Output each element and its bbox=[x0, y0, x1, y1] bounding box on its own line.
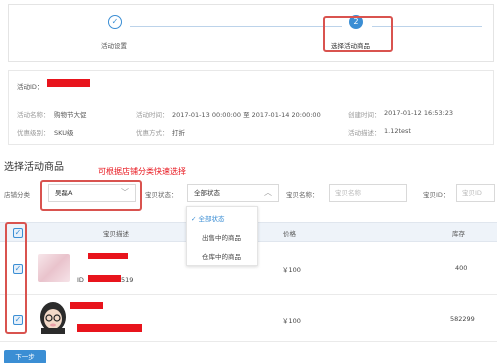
check-icon: ✓ bbox=[191, 215, 197, 223]
category-hint-annotation: 可根据店铺分类快速选择 bbox=[98, 167, 186, 176]
item-status-label: 宝贝状态： bbox=[145, 191, 178, 199]
section-title: 选择活动商品 bbox=[4, 162, 64, 173]
status-option-all[interactable]: ✓ 全部状态 bbox=[191, 213, 225, 223]
activity-time-value: 2017-01-13 00:00:00 至 2017-01-14 20:00:0… bbox=[172, 111, 321, 119]
step-2-highlight bbox=[323, 16, 393, 52]
chevron-up-icon: ︿ bbox=[264, 188, 272, 197]
row-1-price: ￥100 bbox=[282, 266, 301, 274]
item-status-value: 全部状态 bbox=[194, 189, 220, 197]
activity-desc-value: 1.12test bbox=[384, 127, 411, 135]
step-1-label: 活动设置 bbox=[101, 42, 127, 50]
activity-id-label: 活动ID： bbox=[17, 83, 44, 91]
item-status-select[interactable]: 全部状态 ︿ bbox=[187, 184, 279, 202]
row-2-stock: 582299 bbox=[450, 315, 475, 323]
steps-panel bbox=[8, 4, 494, 62]
activity-time-label: 活动时间： bbox=[136, 111, 169, 119]
shop-category-label: 店铺分类 bbox=[4, 191, 30, 199]
row-1-id-suffix: 519 bbox=[121, 276, 134, 284]
activity-desc-label: 活动描述： bbox=[348, 129, 381, 137]
row-2-price: ￥100 bbox=[282, 317, 301, 325]
status-dropdown-menu: ✓ 全部状态 出售中的商品 仓库中的商品 bbox=[186, 206, 258, 266]
discount-level-label: 优惠级别： bbox=[17, 129, 50, 137]
discount-mode-label: 优惠方式： bbox=[136, 129, 169, 137]
row-1-stock: 400 bbox=[455, 264, 468, 272]
row-1-id-label: ID bbox=[77, 276, 84, 284]
row-2-title-redacted bbox=[70, 302, 103, 309]
row-2-id-redacted bbox=[77, 324, 142, 332]
next-step-button[interactable]: 下一步 bbox=[4, 350, 46, 363]
status-option-on-sale[interactable]: 出售中的商品 bbox=[202, 232, 241, 242]
header-stock: 库存 bbox=[452, 230, 465, 238]
created-time-label: 创建时间： bbox=[348, 111, 381, 119]
header-price: 价格 bbox=[283, 230, 296, 238]
row-1-title-redacted bbox=[88, 253, 128, 259]
activity-name-value: 购物节大促 bbox=[54, 111, 87, 119]
created-time-value: 2017-01-12 16:53:23 bbox=[384, 109, 454, 117]
discount-level-value: SKU级 bbox=[54, 129, 74, 137]
row-2-avatar-thumbnail bbox=[40, 302, 66, 334]
activity-name-label: 活动名称： bbox=[17, 111, 50, 119]
item-name-label: 宝贝名称： bbox=[286, 191, 319, 199]
item-id-label: 宝贝ID： bbox=[423, 191, 450, 199]
header-description: 宝贝描述 bbox=[103, 230, 129, 238]
checkbox-column-highlight bbox=[5, 222, 27, 334]
item-name-input[interactable]: 宝贝名称 bbox=[329, 184, 407, 202]
step-connector bbox=[130, 26, 342, 27]
shop-category-highlight bbox=[40, 180, 142, 211]
row-1-thumbnail bbox=[38, 254, 70, 282]
status-option-in-warehouse[interactable]: 仓库中的商品 bbox=[202, 251, 241, 261]
row-1-id-redacted bbox=[88, 275, 121, 282]
activity-id-redacted bbox=[47, 79, 90, 87]
step-1-check-icon: ✓ bbox=[108, 15, 122, 29]
item-id-input[interactable]: 宝贝ID bbox=[456, 184, 495, 202]
discount-mode-value: 打折 bbox=[172, 129, 185, 137]
